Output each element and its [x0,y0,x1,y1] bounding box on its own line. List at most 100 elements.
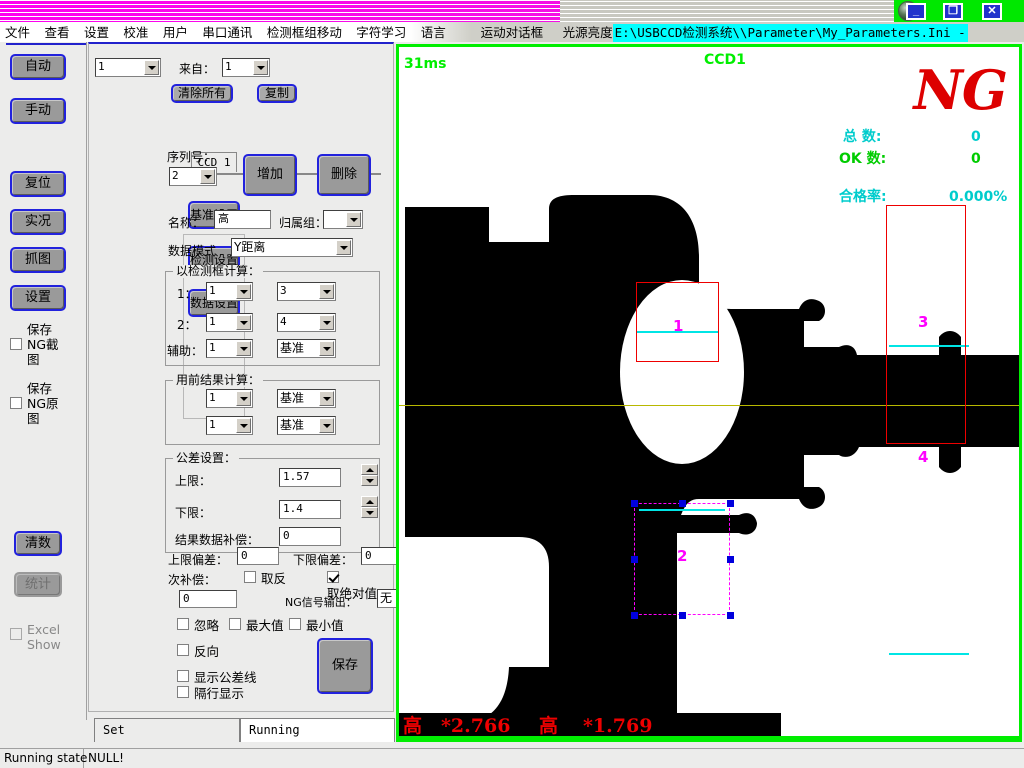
aux-select-a[interactable]: 1 [206,339,253,358]
serial-number-select[interactable]: 2 [169,167,217,186]
save-ng-cut-checkbox-box[interactable] [10,338,22,350]
chevron-down-icon[interactable] [236,341,251,356]
ignore-checkbox[interactable]: 忽略 [177,618,219,633]
interlace-display-checkbox-box[interactable] [177,686,189,698]
resize-handle-w[interactable] [631,556,638,563]
lower-limit-spin-down[interactable] [361,507,378,518]
calc-row1-select-b[interactable]: 3 [277,282,336,301]
chevron-down-icon[interactable] [319,391,334,406]
menu-item-motion-dialog[interactable]: 运动对话框 [476,22,549,41]
max-value-checkbox-box[interactable] [229,618,241,630]
menu-item-char-learning[interactable]: 字符学习 [351,22,411,41]
chevron-down-icon[interactable] [336,240,351,255]
lower-limit-spin-up[interactable] [361,496,378,507]
clear-all-button[interactable]: 清除所有 [171,84,233,103]
resize-handle-ne[interactable] [727,500,734,507]
chevron-down-icon[interactable] [200,169,215,184]
maximize-button[interactable]: ❐ [943,3,963,20]
delete-button[interactable]: 删除 [317,154,371,196]
detection-box-4-number: 4 [918,450,928,465]
resize-handle-se[interactable] [727,612,734,619]
inspection-image-panel[interactable]: 31ms CCD1 NG 总 数: 0 OK 数: 0 合格率: 0.000% … [396,44,1022,742]
ignore-checkbox-box[interactable] [177,618,189,630]
minimize-button[interactable]: _ [906,3,926,20]
chevron-down-icon[interactable] [236,418,251,433]
menu-item-calibration[interactable]: 校准 [118,22,153,41]
reset-button[interactable]: 复位 [10,171,66,197]
invert-checkbox[interactable]: 取反 [244,571,286,586]
min-value-checkbox[interactable]: 最小值 [289,618,344,633]
reverse-checkbox-box[interactable] [177,644,189,656]
chevron-down-icon[interactable] [319,315,334,330]
max-value-checkbox[interactable]: 最大值 [229,618,284,633]
upper-limit-spinner[interactable] [361,464,378,486]
reverse-checkbox[interactable]: 反向 [177,644,219,659]
resize-handle-s[interactable] [679,612,686,619]
show-tolerance-line-checkbox[interactable]: 显示公差线 [177,670,257,685]
aux-select-b[interactable]: 基准 [277,339,336,358]
prev-row1-select-b[interactable]: 基准 [277,389,336,408]
calc-row2-select-a[interactable]: 1 [206,313,253,332]
prev-row2-select-a[interactable]: 1 [206,416,253,435]
min-value-checkbox-box[interactable] [289,618,301,630]
resize-handle-nw[interactable] [631,500,638,507]
result-compensation-input[interactable]: 0 [279,527,341,546]
live-view-button[interactable]: 实况 [10,209,66,235]
menu-item-box-group-move[interactable]: 检测框组移动 [262,22,347,41]
excel-show-label: ExcelShow [27,622,61,652]
save-ng-cut-checkbox[interactable]: 保存NG截图 [10,322,82,367]
belong-group-select[interactable] [323,210,363,229]
from-select[interactable]: 1 [222,58,270,77]
menu-item-user[interactable]: 用户 [158,22,193,41]
menu-item-language[interactable]: 语言 [416,22,451,41]
auto-button[interactable]: 自动 [10,54,66,80]
resize-handle-sw[interactable] [631,612,638,619]
tab-set[interactable]: Set [94,718,240,742]
group-select[interactable]: 1 [95,58,161,77]
inspection-image: 31ms CCD1 NG 总 数: 0 OK 数: 0 合格率: 0.000% … [399,47,1019,739]
manual-button[interactable]: 手动 [10,98,66,124]
calc-row1-select-a[interactable]: 1 [206,282,253,301]
prev-row2-select-b[interactable]: 基准 [277,416,336,435]
copy-button[interactable]: 复制 [257,84,297,103]
add-button[interactable]: 增加 [243,154,297,196]
menu-item-view[interactable]: 查看 [39,22,74,41]
prev-row1-select-a[interactable]: 1 [206,389,253,408]
calc-row2-select-b[interactable]: 4 [277,313,336,332]
resize-handle-e[interactable] [727,556,734,563]
upper-limit-input[interactable]: 1.57 [279,468,341,487]
chevron-down-icon[interactable] [236,391,251,406]
upper-dev-input[interactable]: 0 [237,547,279,565]
lower-limit-input[interactable]: 1.4 [279,500,341,519]
data-mode-select[interactable]: Y距离 [231,238,353,257]
tab-running[interactable]: Running [240,718,395,742]
invert-checkbox-box[interactable] [244,571,256,583]
upper-limit-spin-up[interactable] [361,464,378,475]
settings-button[interactable]: 设置 [10,285,66,311]
clear-count-button[interactable]: 清数 [14,531,62,556]
chevron-down-icon[interactable] [253,60,268,75]
lower-limit-spinner[interactable] [361,496,378,518]
chevron-down-icon[interactable] [236,284,251,299]
sub-compensation-input[interactable]: 0 [179,590,237,608]
save-button[interactable]: 保存 [317,638,373,694]
close-button[interactable]: ✕ [982,3,1002,20]
resize-handle-n[interactable] [679,500,686,507]
chevron-down-icon[interactable] [319,341,334,356]
menu-item-file[interactable]: 文件 [0,22,35,41]
upper-limit-spin-down[interactable] [361,475,378,486]
save-ng-original-checkbox-box[interactable] [10,397,22,409]
chevron-down-icon[interactable] [236,315,251,330]
menu-item-settings[interactable]: 设置 [79,22,114,41]
chevron-down-icon[interactable] [319,284,334,299]
save-ng-original-checkbox[interactable]: 保存NG原图 [10,381,82,426]
menu-item-serial-comm[interactable]: 串口通讯 [197,22,257,41]
show-tolerance-line-checkbox-box[interactable] [177,670,189,682]
chevron-down-icon[interactable] [319,418,334,433]
interlace-display-checkbox[interactable]: 隔行显示 [177,686,244,701]
name-input[interactable]: 高 [214,210,271,229]
capture-button[interactable]: 抓图 [10,247,66,273]
chevron-down-icon[interactable] [144,60,159,75]
absolute-value-checkbox-box[interactable] [327,571,339,583]
chevron-down-icon[interactable] [346,212,361,227]
